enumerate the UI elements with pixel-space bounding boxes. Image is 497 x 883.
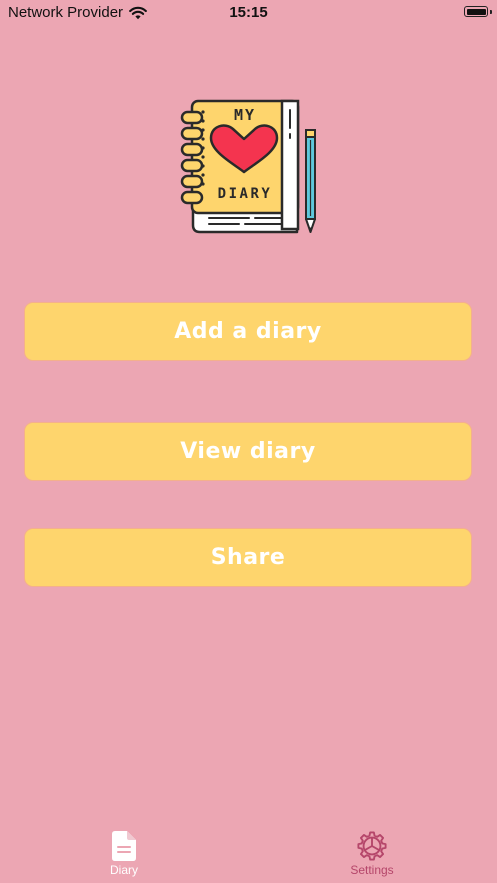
tab-settings-label: Settings — [350, 863, 394, 877]
tab-diary-label: Diary — [109, 863, 138, 877]
share-button[interactable]: Share — [24, 528, 472, 587]
tab-settings[interactable]: Settings — [248, 823, 496, 883]
logo-text-my: MY — [234, 106, 256, 124]
tab-bar: Diary Settings — [0, 823, 497, 883]
add-diary-button[interactable]: Add a diary — [24, 302, 472, 361]
tab-diary[interactable]: Diary — [0, 823, 248, 883]
logo-text-diary: DIARY — [218, 186, 273, 202]
diary-logo-icon: MY DIARY — [180, 99, 316, 234]
view-diary-button[interactable]: View diary — [24, 422, 472, 481]
battery-icon — [464, 6, 488, 17]
status-bar: Network Provider 15:15 — [0, 0, 497, 26]
status-time: 15:15 — [229, 4, 268, 21]
gear-icon — [357, 830, 387, 862]
document-icon — [109, 830, 139, 862]
